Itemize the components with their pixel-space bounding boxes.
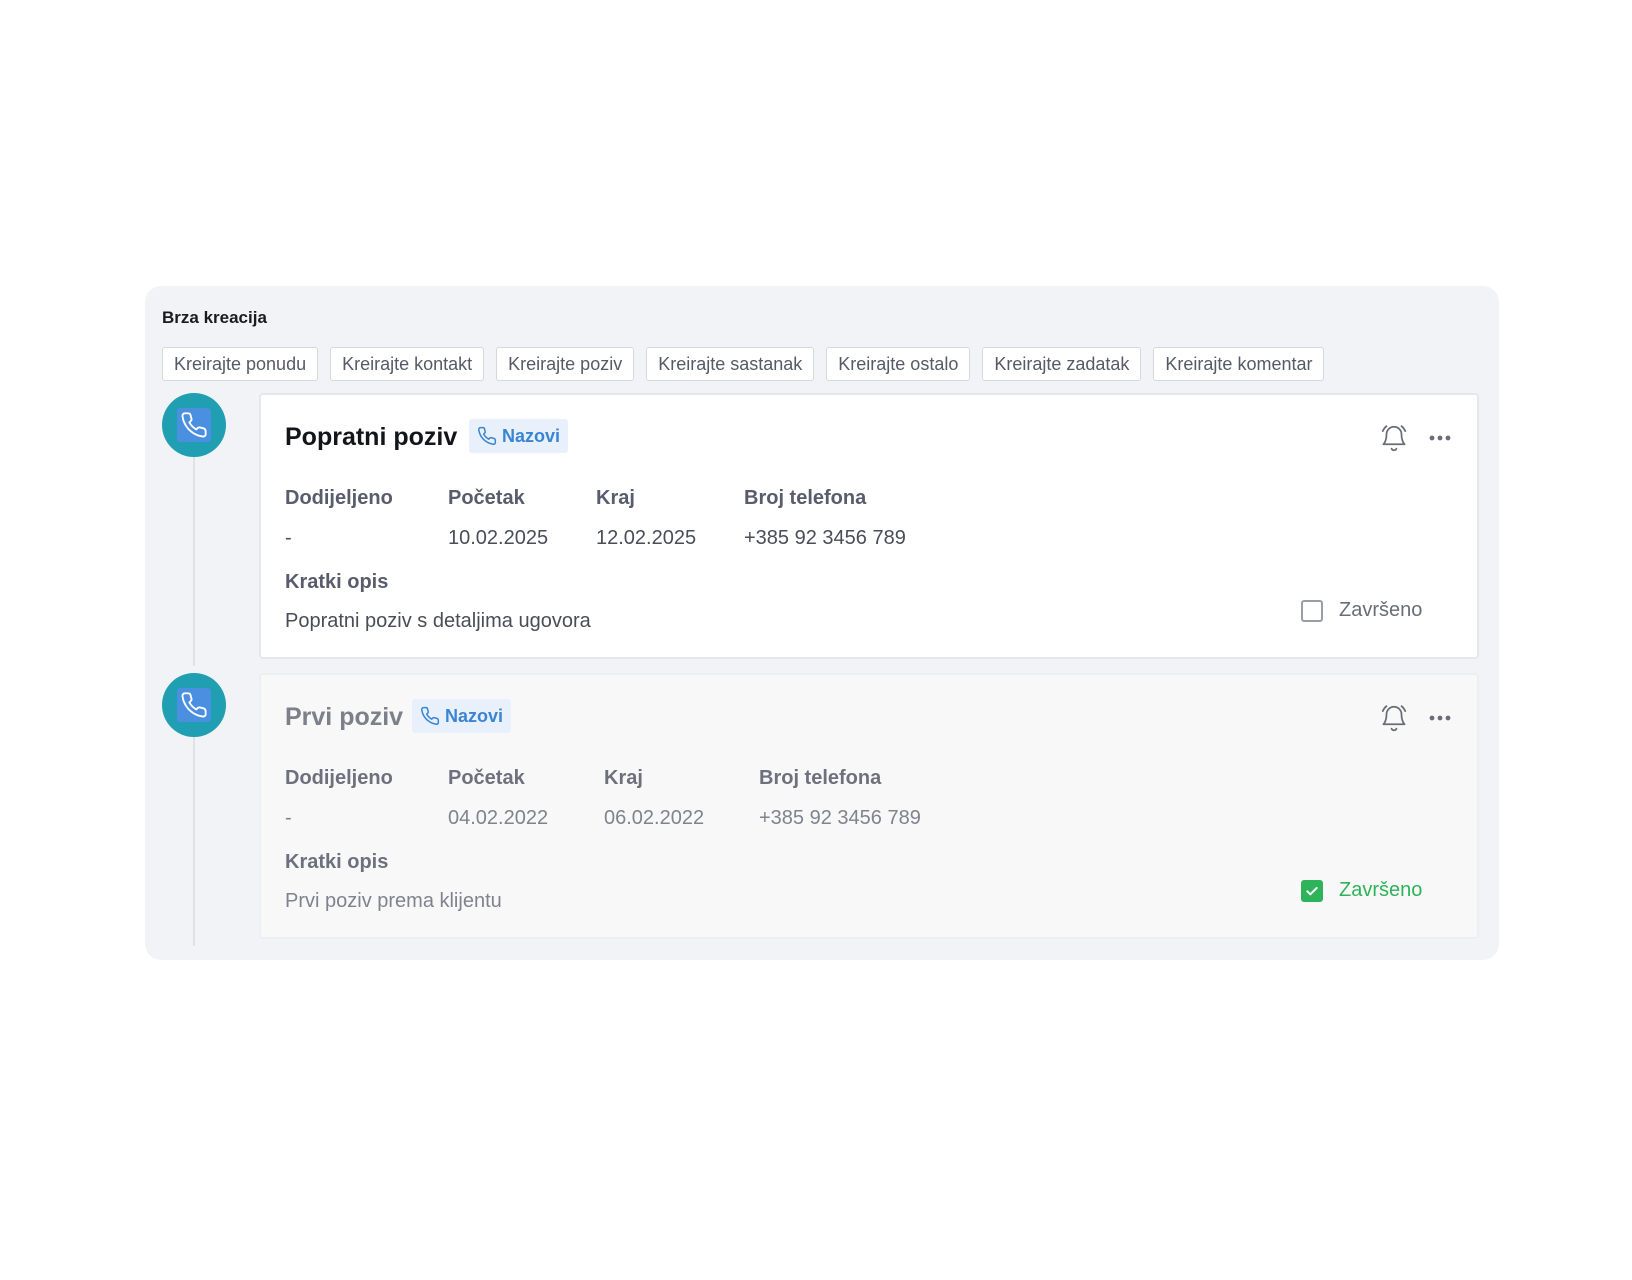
start-label: Početak [448, 487, 525, 509]
complete-checkbox[interactable] [1301, 879, 1323, 902]
description-value: Popratni poziv s detaljima ugovora [285, 610, 591, 632]
activity-title: Prvi poziv [285, 703, 404, 731]
complete-checkbox[interactable] [1301, 599, 1323, 622]
activity-title: Popratni poziv [285, 423, 458, 451]
call-button-label: Nazovi [445, 705, 504, 726]
end-label: Kraj [596, 487, 635, 509]
end-field: Kraj 06.02.2022 [604, 767, 704, 830]
phone-icon [421, 706, 440, 725]
timeline-line [193, 726, 195, 946]
phone-value: +385 92 3456 789 [759, 807, 921, 829]
bell-icon[interactable] [1379, 423, 1409, 453]
end-value: 06.02.2022 [604, 807, 705, 829]
description-label: Kratki opis [285, 851, 389, 873]
bell-icon[interactable] [1379, 703, 1409, 733]
phone-icon [181, 692, 207, 718]
timeline-line [193, 446, 195, 666]
phone-icon [181, 412, 207, 438]
end-label: Kraj [604, 767, 643, 789]
create-task-button[interactable]: Kreirajte zadatak [982, 347, 1142, 381]
assigned-label: Dodijeljeno [285, 487, 393, 509]
create-call-button[interactable]: Kreirajte poziv [496, 347, 635, 381]
more-horizontal-icon[interactable] [1425, 425, 1455, 451]
start-field: Početak 10.02.2025 [448, 487, 548, 550]
create-meeting-button[interactable]: Kreirajte sastanak [646, 347, 815, 381]
phone-label: Broj telefona [744, 487, 867, 509]
start-field: Početak 04.02.2022 [448, 767, 548, 830]
create-contact-button[interactable]: Kreirajte kontakt [330, 347, 485, 381]
call-button[interactable]: Nazovi [412, 699, 512, 733]
call-button[interactable]: Nazovi [469, 419, 569, 453]
phone-icon [478, 426, 497, 445]
assigned-value: - [285, 527, 292, 549]
create-other-button[interactable]: Kreirajte ostalo [826, 347, 971, 381]
create-offer-button[interactable]: Kreirajte ponudu [162, 347, 319, 381]
complete-toggle[interactable]: Završeno [1301, 599, 1422, 622]
assigned-label: Dodijeljeno [285, 767, 393, 789]
complete-toggle[interactable]: Završeno [1301, 879, 1422, 902]
quick-create-toolbar: Kreirajte ponudu Kreirajte kontakt Kreir… [162, 347, 1325, 381]
assigned-field: Dodijeljeno - [285, 487, 393, 550]
more-horizontal-icon[interactable] [1425, 705, 1455, 731]
end-field: Kraj 12.02.2025 [596, 487, 696, 550]
activity-card: Popratni poziv Nazovi Dodijeljeno - Poče… [259, 393, 1479, 659]
phone-value: +385 92 3456 789 [744, 527, 906, 549]
description-label: Kratki opis [285, 571, 389, 593]
start-value: 10.02.2025 [448, 527, 549, 549]
activity-card: Prvi poziv Nazovi Dodijeljeno - Početak … [259, 673, 1479, 939]
assigned-value: - [285, 807, 292, 829]
check-icon [1306, 886, 1318, 895]
phone-label: Broj telefona [759, 767, 882, 789]
description-value: Prvi poziv prema klijentu [285, 890, 502, 912]
phone-field: Broj telefona +385 92 3456 789 [744, 487, 906, 550]
end-value: 12.02.2025 [596, 527, 697, 549]
activity-type-badge [162, 673, 226, 737]
assigned-field: Dodijeljeno - [285, 767, 393, 830]
quick-create-title: Brza kreacija [162, 308, 267, 327]
complete-label: Završeno [1339, 599, 1423, 621]
start-value: 04.02.2022 [448, 807, 549, 829]
call-button-label: Nazovi [502, 425, 561, 446]
activity-panel: Brza kreacija Kreirajte ponudu Kreirajte… [145, 286, 1499, 960]
complete-label: Završeno [1339, 879, 1423, 901]
create-comment-button[interactable]: Kreirajte komentar [1153, 347, 1325, 381]
activity-type-badge [162, 393, 226, 457]
phone-field: Broj telefona +385 92 3456 789 [759, 767, 921, 830]
start-label: Početak [448, 767, 525, 789]
